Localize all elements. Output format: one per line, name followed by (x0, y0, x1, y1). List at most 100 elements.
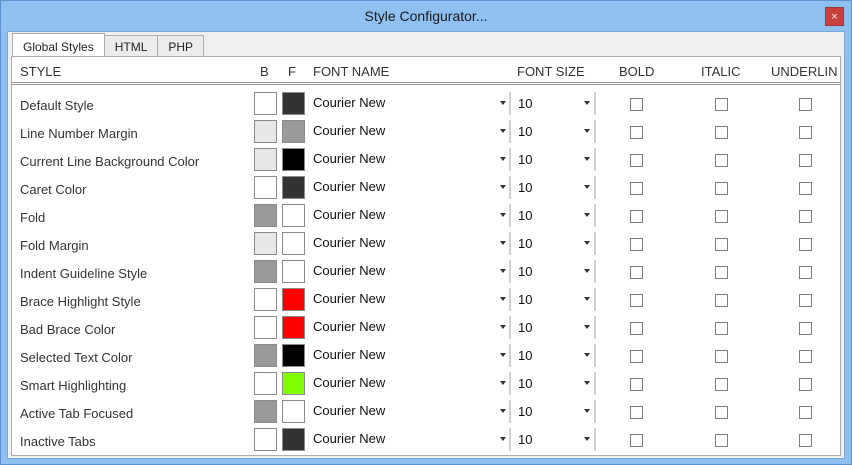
font-size-select[interactable]: 10 (512, 372, 592, 395)
background-color-swatch[interactable] (254, 344, 277, 367)
table-row[interactable]: Selected Text Color Courier New 10 (12, 342, 840, 370)
foreground-color-swatch[interactable] (282, 148, 305, 171)
foreground-color-swatch[interactable] (282, 288, 305, 311)
foreground-color-swatch[interactable] (282, 344, 305, 367)
table-row[interactable]: Fold Margin Courier New 10 (12, 230, 840, 258)
background-color-swatch[interactable] (254, 92, 277, 115)
underline-checkbox[interactable] (799, 322, 812, 335)
title-bar[interactable]: Style Configurator... × (1, 1, 851, 31)
foreground-color-swatch[interactable] (282, 260, 305, 283)
font-name-select[interactable]: Courier New (308, 316, 508, 339)
italic-checkbox[interactable] (715, 266, 728, 279)
font-size-select[interactable]: 10 (512, 428, 592, 451)
close-button[interactable]: × (825, 7, 844, 26)
italic-checkbox[interactable] (715, 322, 728, 335)
font-size-select[interactable]: 10 (512, 92, 592, 115)
font-name-select[interactable]: Courier New (308, 372, 508, 395)
background-color-swatch[interactable] (254, 400, 277, 423)
table-row[interactable]: Indent Guideline Style Courier New 10 (12, 258, 840, 286)
font-size-select[interactable]: 10 (512, 400, 592, 423)
font-size-select[interactable]: 10 (512, 148, 592, 171)
foreground-color-swatch[interactable] (282, 176, 305, 199)
bold-checkbox[interactable] (630, 238, 643, 251)
font-size-select[interactable]: 10 (512, 204, 592, 227)
underline-checkbox[interactable] (799, 210, 812, 223)
table-row[interactable]: Default Style Courier New 10 (12, 90, 840, 118)
table-row[interactable]: Active Tab Focused Courier New 10 (12, 398, 840, 426)
bold-checkbox[interactable] (630, 126, 643, 139)
tab-html[interactable]: HTML (103, 35, 159, 56)
italic-checkbox[interactable] (715, 210, 728, 223)
background-color-swatch[interactable] (254, 204, 277, 227)
font-size-select[interactable]: 10 (512, 344, 592, 367)
table-row[interactable]: Brace Highlight Style Courier New 10 (12, 286, 840, 314)
background-color-swatch[interactable] (254, 428, 277, 451)
foreground-color-swatch[interactable] (282, 316, 305, 339)
font-name-select[interactable]: Courier New (308, 344, 508, 367)
bold-checkbox[interactable] (630, 350, 643, 363)
foreground-color-swatch[interactable] (282, 204, 305, 227)
background-color-swatch[interactable] (254, 148, 277, 171)
foreground-color-swatch[interactable] (282, 92, 305, 115)
italic-checkbox[interactable] (715, 294, 728, 307)
bold-checkbox[interactable] (630, 322, 643, 335)
bold-checkbox[interactable] (630, 210, 643, 223)
table-row[interactable]: Caret Color Courier New 10 (12, 174, 840, 202)
underline-checkbox[interactable] (799, 238, 812, 251)
table-row[interactable]: Smart Highlighting Courier New 10 (12, 370, 840, 398)
underline-checkbox[interactable] (799, 154, 812, 167)
underline-checkbox[interactable] (799, 434, 812, 447)
font-size-select[interactable]: 10 (512, 288, 592, 311)
underline-checkbox[interactable] (799, 350, 812, 363)
bold-checkbox[interactable] (630, 294, 643, 307)
font-name-select[interactable]: Courier New (308, 400, 508, 423)
table-row[interactable]: Line Number Margin Courier New 10 (12, 118, 840, 146)
bold-checkbox[interactable] (630, 154, 643, 167)
bold-checkbox[interactable] (630, 434, 643, 447)
bold-checkbox[interactable] (630, 98, 643, 111)
font-name-select[interactable]: Courier New (308, 120, 508, 143)
underline-checkbox[interactable] (799, 294, 812, 307)
bold-checkbox[interactable] (630, 266, 643, 279)
font-name-select[interactable]: Courier New (308, 260, 508, 283)
font-size-select[interactable]: 10 (512, 260, 592, 283)
bold-checkbox[interactable] (630, 406, 643, 419)
foreground-color-swatch[interactable] (282, 372, 305, 395)
italic-checkbox[interactable] (715, 154, 728, 167)
bold-checkbox[interactable] (630, 378, 643, 391)
font-name-select[interactable]: Courier New (308, 204, 508, 227)
table-row[interactable]: Fold Courier New 10 (12, 202, 840, 230)
background-color-swatch[interactable] (254, 260, 277, 283)
table-row[interactable]: Bad Brace Color Courier New 10 (12, 314, 840, 342)
underline-checkbox[interactable] (799, 98, 812, 111)
italic-checkbox[interactable] (715, 406, 728, 419)
table-row[interactable]: Inactive Tabs Courier New 10 (12, 426, 840, 454)
background-color-swatch[interactable] (254, 176, 277, 199)
font-size-select[interactable]: 10 (512, 176, 592, 199)
font-name-select[interactable]: Courier New (308, 428, 508, 451)
font-size-select[interactable]: 10 (512, 232, 592, 255)
font-name-select[interactable]: Courier New (308, 176, 508, 199)
italic-checkbox[interactable] (715, 350, 728, 363)
underline-checkbox[interactable] (799, 378, 812, 391)
background-color-swatch[interactable] (254, 232, 277, 255)
italic-checkbox[interactable] (715, 182, 728, 195)
underline-checkbox[interactable] (799, 182, 812, 195)
tab-php[interactable]: PHP (157, 35, 205, 56)
background-color-swatch[interactable] (254, 316, 277, 339)
italic-checkbox[interactable] (715, 126, 728, 139)
font-name-select[interactable]: Courier New (308, 288, 508, 311)
foreground-color-swatch[interactable] (282, 400, 305, 423)
font-name-select[interactable]: Courier New (308, 232, 508, 255)
background-color-swatch[interactable] (254, 120, 277, 143)
bold-checkbox[interactable] (630, 182, 643, 195)
underline-checkbox[interactable] (799, 406, 812, 419)
font-size-select[interactable]: 10 (512, 316, 592, 339)
foreground-color-swatch[interactable] (282, 232, 305, 255)
italic-checkbox[interactable] (715, 434, 728, 447)
italic-checkbox[interactable] (715, 238, 728, 251)
table-row[interactable]: Current Line Background Color Courier New… (12, 146, 840, 174)
foreground-color-swatch[interactable] (282, 428, 305, 451)
font-name-select[interactable]: Courier New (308, 148, 508, 171)
background-color-swatch[interactable] (254, 372, 277, 395)
